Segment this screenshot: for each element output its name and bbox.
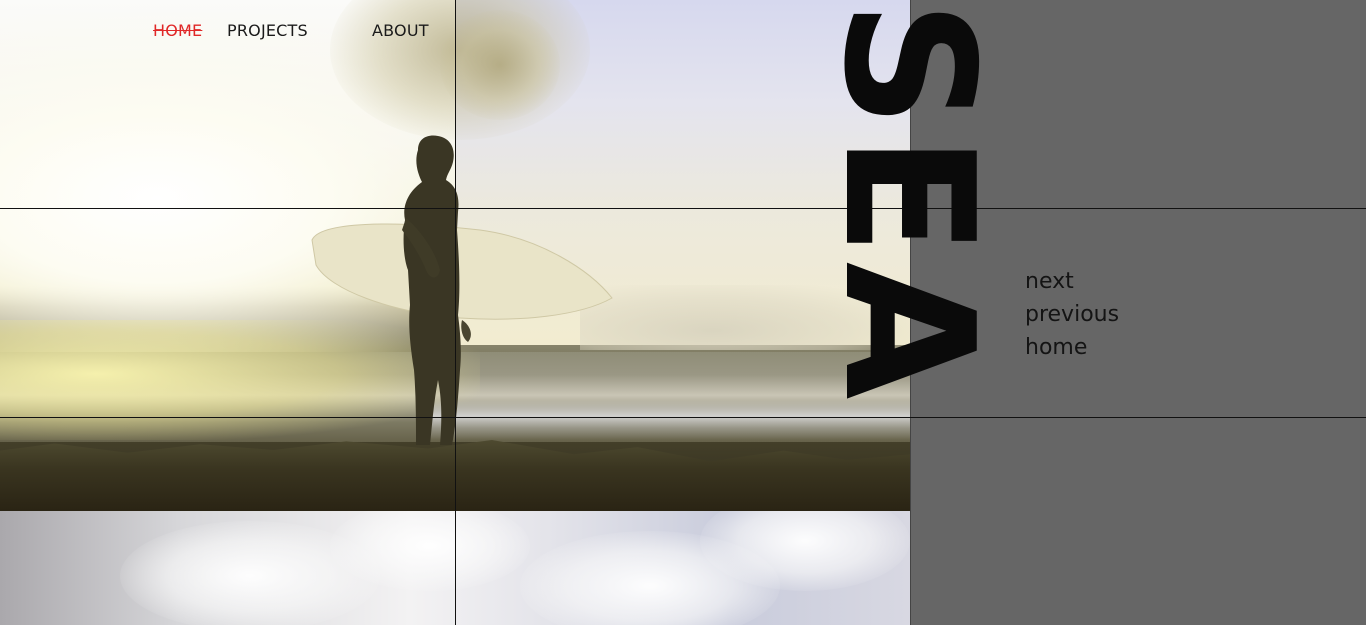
nav-home-link[interactable]: HOME (153, 21, 202, 40)
cloud (440, 10, 560, 120)
surfboard (311, 223, 613, 320)
grid-line-horizontal (0, 417, 1366, 418)
surfer-body (403, 135, 461, 445)
leash (461, 320, 471, 342)
hero-title-text: SEA (805, 0, 1012, 406)
grid-line-vertical (455, 0, 456, 625)
previous-link[interactable]: previous (1025, 298, 1119, 331)
side-menu: next previous home (1025, 265, 1119, 364)
surfer-silhouette (311, 135, 613, 445)
next-link[interactable]: next (1025, 265, 1119, 298)
grid-line-horizontal (0, 208, 1366, 209)
hero-title: SEA (805, 0, 1012, 406)
home-link[interactable]: home (1025, 331, 1119, 364)
nav-projects-link[interactable]: PROJECTS (227, 21, 308, 40)
nav-about-link[interactable]: ABOUT (372, 21, 429, 40)
